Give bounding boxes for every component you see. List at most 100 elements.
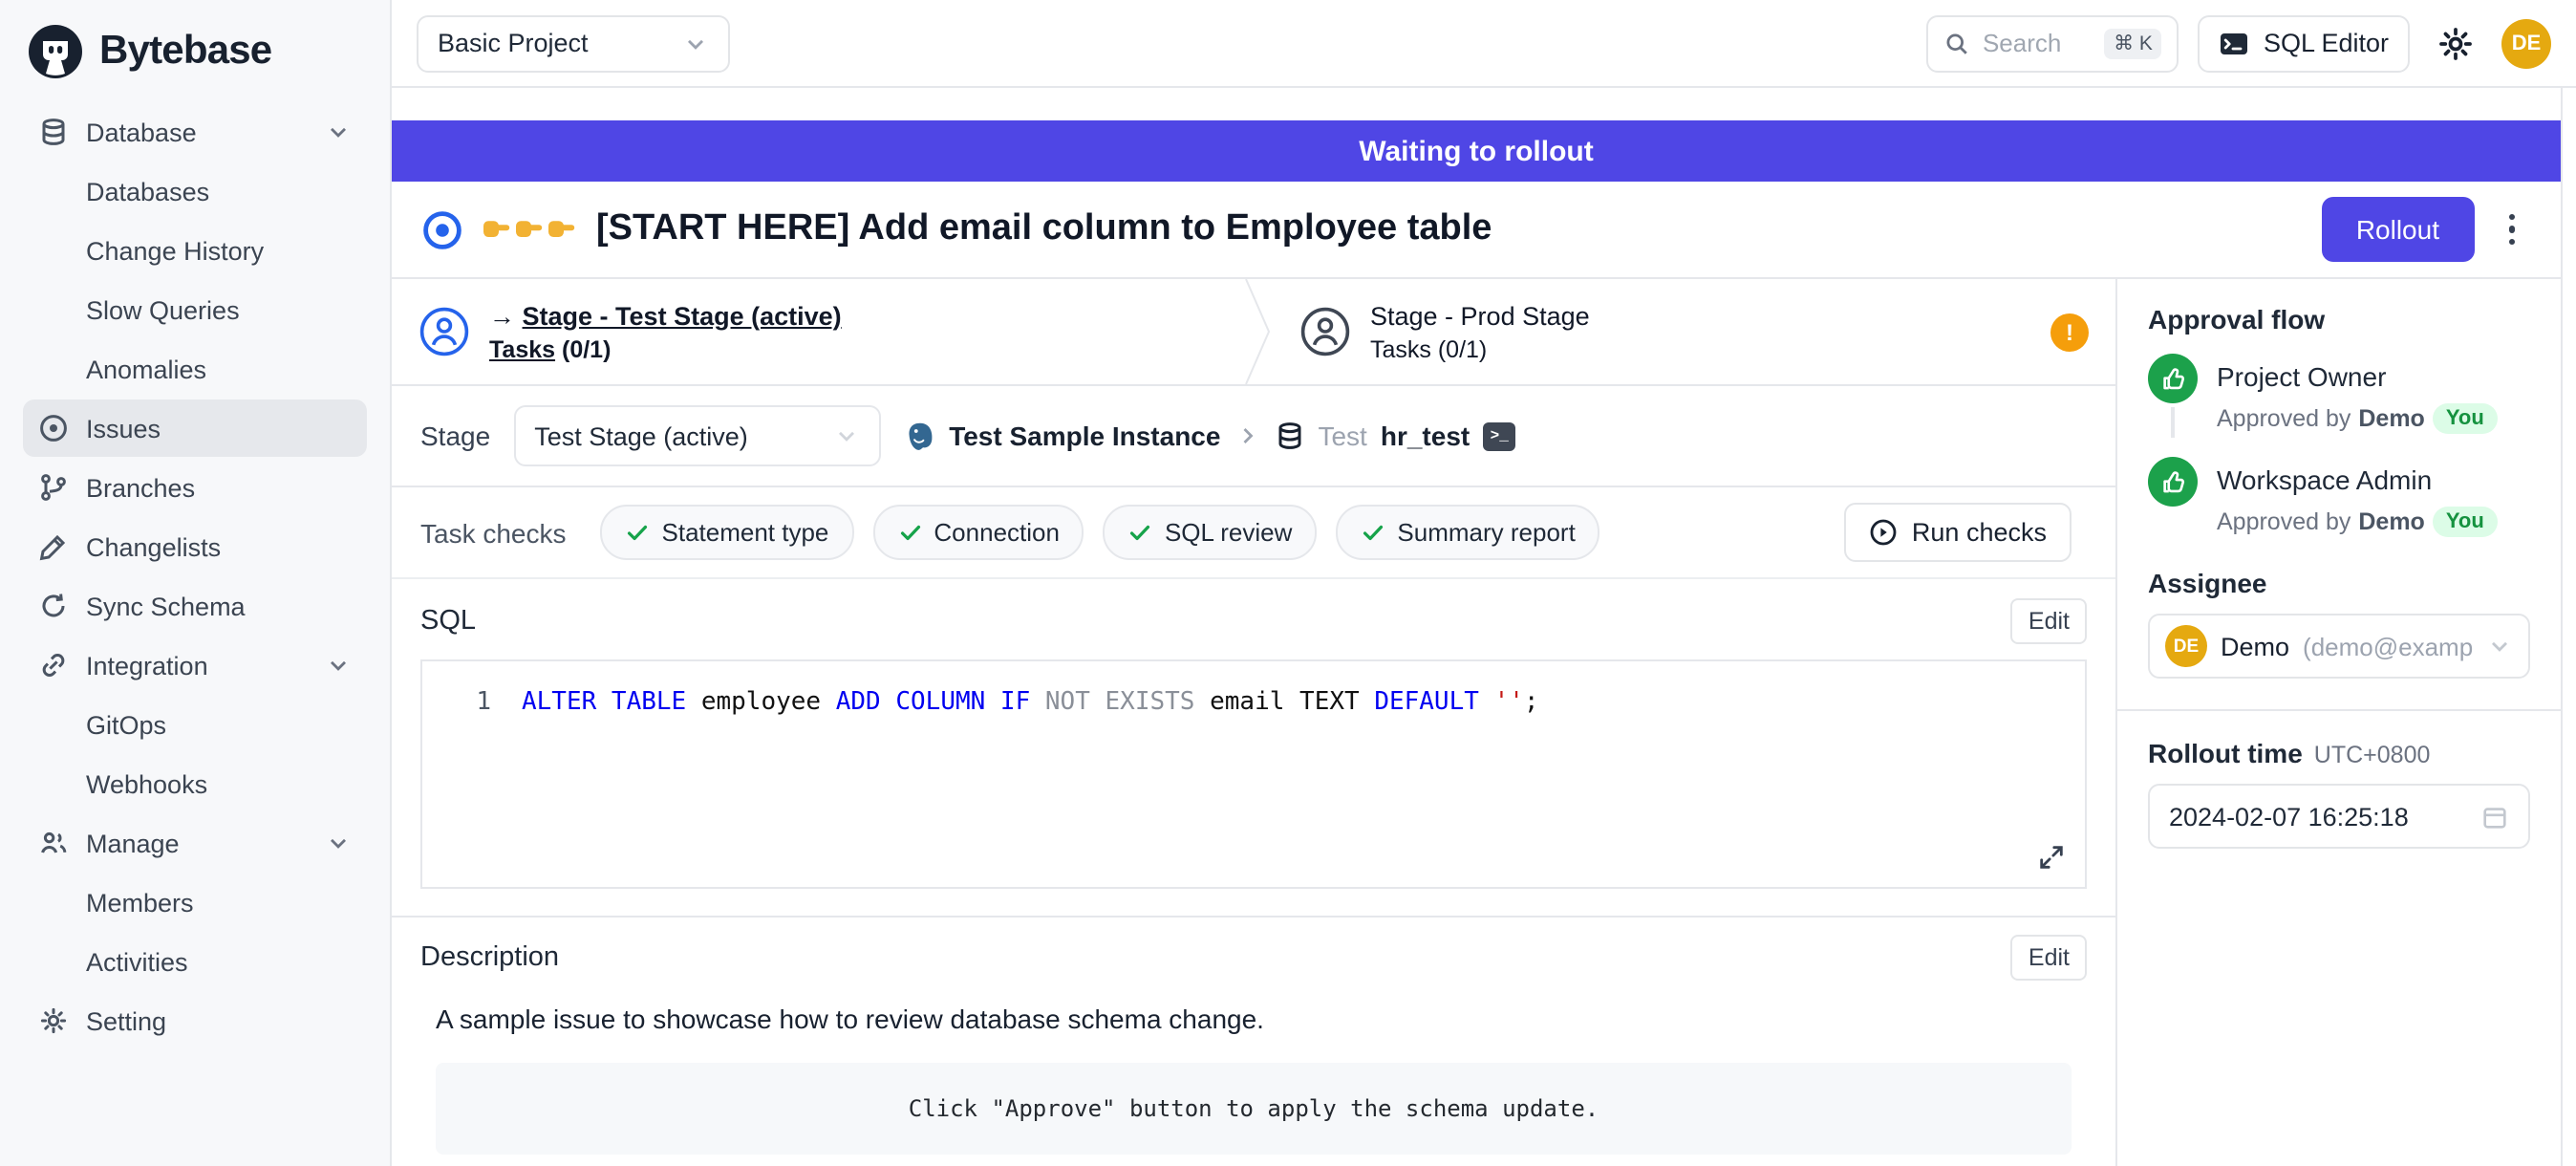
sidebar-item-database[interactable]: Database [23,103,367,161]
search-input[interactable]: Search ⌘ K [1927,14,2179,72]
tab-separator [1244,279,1273,384]
expand-fullscreen-icon[interactable] [2037,843,2066,872]
check-success-icon [626,520,651,545]
stage-tabs: → Stage - Test Stage (active) Tasks (0/1… [392,279,2115,386]
sidebar-item-gitops[interactable]: GitOps [23,696,367,753]
sql-editor[interactable]: 1 ALTER TABLE employee ADD COLUMN IF NOT… [420,659,2087,889]
description-text: A sample issue to showcase how to review… [436,1004,2072,1034]
approval-step: Project Owner Approved by Demo You [2148,354,2530,438]
check-success-icon [897,520,922,545]
sidebar-item-changelists[interactable]: Changelists [23,518,367,575]
database-icon [38,117,69,147]
search-placeholder: Search [1983,29,2061,57]
sidebar-item-integration[interactable]: Integration [23,637,367,694]
status-banner: Waiting to rollout [392,120,2561,182]
top-bar: Basic Project Search ⌘ K SQL Editor DE [392,0,2576,88]
description-section: Description Edit A sample issue to showc… [392,918,2115,1166]
rollout-time-value: 2024-02-07 16:25:18 [2169,802,2409,831]
check-sql-review[interactable]: SQL review [1104,505,1317,560]
database-name[interactable]: hr_test [1381,421,1470,451]
approval-role: Workspace Admin [2217,464,2498,495]
task-checks-label: Task checks [420,517,567,548]
sidebar-item-activities[interactable]: Activities [23,933,367,990]
sql-edit-button[interactable]: Edit [2011,598,2087,644]
git-branch-icon [38,472,69,503]
sidebar-item-change-history[interactable]: Change History [23,222,367,279]
sidebar-item-databases[interactable]: Databases [23,162,367,220]
settings-gear-icon[interactable] [2436,24,2475,62]
check-summary-report[interactable]: Summary report [1336,505,1599,560]
search-icon [1944,30,1971,56]
more-options-icon[interactable] [2493,206,2530,253]
sidebar-item-webhooks[interactable]: Webhooks [23,755,367,812]
issue-title-row: [START HERE] Add email column to Employe… [392,182,2561,277]
database-breadcrumb: Test Sample Instance Test hr_test >_ [903,420,1515,452]
sql-section: SQL Edit 1 ALTER TABLE employee ADD COLU… [392,579,2115,889]
approval-flow-heading: Approval flow [2148,304,2530,335]
logo[interactable]: Bytebase [23,19,367,103]
sql-code-line: 1 ALTER TABLE employee ADD COLUMN IF NOT… [422,661,2085,721]
terminal-icon [2220,28,2250,58]
sidebar-item-branches[interactable]: Branches [23,459,367,516]
rollout-time-input[interactable]: 2024-02-07 16:25:18 [2148,784,2530,849]
sidebar-item-sync-schema[interactable]: Sync Schema [23,577,367,635]
stage-label: Stage [420,421,490,451]
bytebase-app: Bytebase Database Databases Change Histo… [0,0,2576,1166]
assignee-heading: Assignee [2148,568,2530,598]
chevron-down-icon [325,652,352,679]
approval-role: Project Owner [2217,361,2498,392]
project-selector-value: Basic Project [438,29,589,57]
assignee-name: Demo [2221,632,2289,660]
rollout-time-label: Rollout time [2148,738,2303,768]
approver-name: Demo [2358,508,2424,535]
sidebar-item-members[interactable]: Members [23,874,367,931]
description-edit-button[interactable]: Edit [2011,935,2087,981]
instance-name[interactable]: Test Sample Instance [949,421,1220,451]
chevron-down-icon [832,422,859,449]
logo-text: Bytebase [99,29,271,75]
search-shortcut-badge: ⌘ K [2104,28,2162,58]
approver-name: Demo [2358,405,2424,432]
project-selector[interactable]: Basic Project [417,14,730,72]
sidebar-item-setting[interactable]: Setting [23,992,367,1049]
chevron-right-icon [1234,422,1260,449]
approval-step: Workspace Admin Approved by Demo You [2148,457,2530,537]
approved-thumbs-up-icon [2148,354,2198,403]
stage-tab-test[interactable]: → Stage - Test Stage (active) Tasks (0/1… [392,279,1244,384]
approved-thumbs-up-icon [2148,457,2198,507]
assignee-select[interactable]: DE Demo (demo@example [2148,614,2530,679]
stage-tab-prod[interactable]: Stage - Prod Stage Tasks (0/1) ! [1273,279,2115,384]
database-icon [1274,421,1304,451]
issue-status-icon [422,209,462,249]
bytebase-logo-icon [27,23,84,80]
assignee-avatar: DE [2165,625,2207,667]
check-connection[interactable]: Connection [872,505,1084,560]
sidebar: Bytebase Database Databases Change Histo… [0,0,392,1166]
stage-tab-test-tasks: Tasks [489,335,555,362]
sidebar-item-issues[interactable]: Issues [23,399,367,457]
check-statement-type[interactable]: Statement type [601,505,854,560]
stage-tab-prod-label: Stage - Prod Stage [1370,301,1590,330]
sidebar-item-slow-queries[interactable]: Slow Queries [23,281,367,338]
user-avatar[interactable]: DE [2501,18,2551,68]
open-in-sql-editor-icon[interactable]: >_ [1483,421,1515,450]
stage-tab-prod-tasks: Tasks (0/1) [1370,335,1590,362]
rollout-timezone: UTC+0800 [2314,742,2431,768]
stage-select[interactable]: Test Stage (active) [513,405,880,466]
task-checks-row: Task checks Statement type Connection SQ… [392,487,2115,579]
run-checks-button[interactable]: Run checks [1845,503,2072,562]
sync-icon [38,591,69,621]
sidebar-item-manage[interactable]: Manage [23,814,367,872]
sql-heading: SQL [420,606,476,637]
sidebar-item-anomalies[interactable]: Anomalies [23,340,367,398]
calendar-icon [2480,802,2509,831]
issue-detail-column: → Stage - Test Stage (active) Tasks (0/1… [392,279,2115,1166]
you-badge: You [2433,507,2498,537]
check-success-icon [1128,520,1153,545]
chevron-down-icon [325,119,352,145]
changelist-icon [38,531,69,562]
approval-connector [2171,407,2175,438]
rollout-button[interactable]: Rollout [2322,197,2474,262]
sql-editor-button[interactable]: SQL Editor [2199,14,2410,72]
chevron-down-icon [2486,633,2513,659]
